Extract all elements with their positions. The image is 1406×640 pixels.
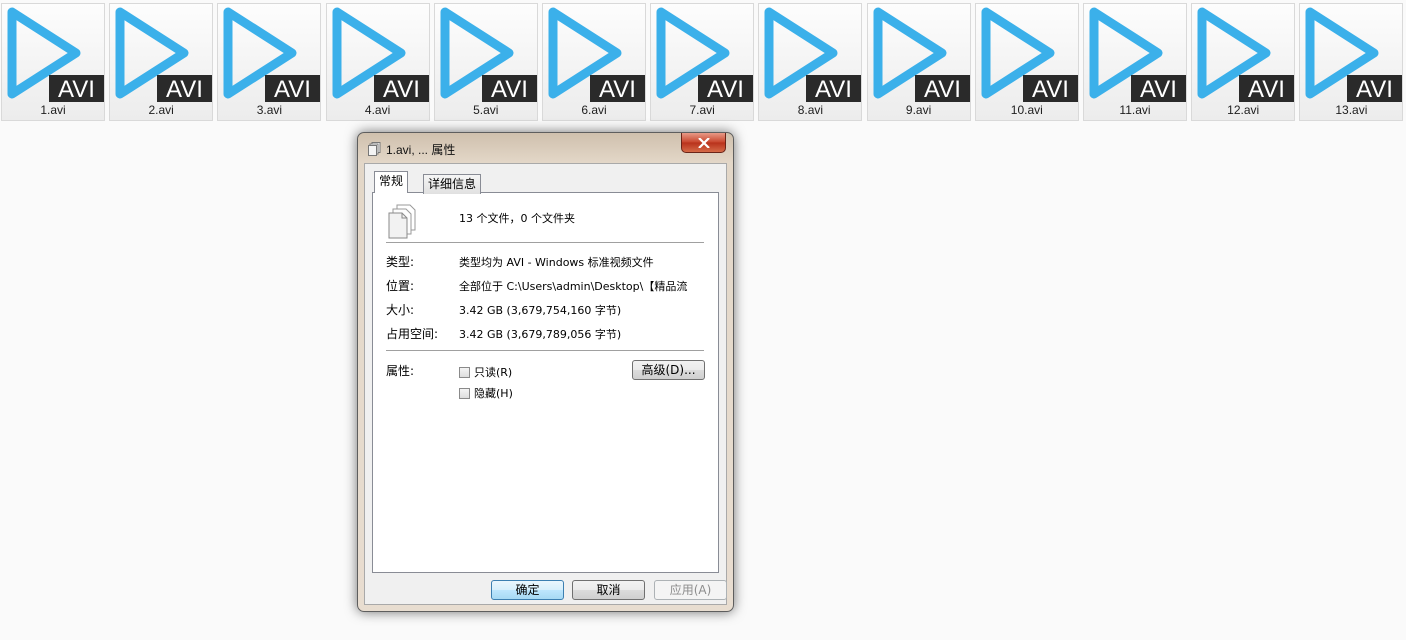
type-value: 类型均为 AVI - Windows 标准视频文件	[459, 256, 654, 269]
close-button[interactable]	[681, 133, 726, 153]
file-name: 13.avi	[1335, 103, 1368, 117]
file-name: 2.avi	[148, 103, 174, 117]
file-type-badge: AVI	[599, 76, 636, 103]
size-on-disk-value: 3.42 GB (3,679,789,056 字节)	[459, 328, 622, 341]
file-name: 7.avi	[689, 103, 715, 117]
avi-video-icon: AVI	[332, 7, 429, 103]
file-item[interactable]: AVI 7.avi	[650, 3, 755, 121]
avi-video-icon: AVI	[223, 7, 321, 103]
avi-video-icon: AVI	[764, 7, 862, 103]
avi-video-icon: AVI	[1197, 7, 1295, 103]
file-type-badge: AVI	[1248, 76, 1285, 103]
avi-video-icon: AVI	[656, 7, 754, 103]
file-type-badge: AVI	[1032, 76, 1069, 103]
file-name: 10.avi	[1010, 103, 1043, 117]
cancel-button[interactable]: 取消	[572, 580, 645, 600]
size-label: 大小:	[386, 303, 415, 317]
readonly-label: 只读(R)	[474, 366, 513, 379]
file-item[interactable]: AVI 9.avi	[866, 3, 971, 121]
readonly-row[interactable]: 只读(R)	[459, 364, 512, 380]
file-type-badge: AVI	[491, 76, 528, 103]
avi-video-icon: AVI	[7, 7, 104, 103]
tab-details[interactable]: 详细信息	[423, 174, 482, 194]
close-icon	[698, 138, 710, 148]
dialog-title: 1.avi, ... 属性	[386, 143, 456, 157]
file-type-badge: AVI	[1140, 76, 1177, 103]
size-value: 3.42 GB (3,679,754,160 字节)	[459, 304, 622, 317]
file-item[interactable]: AVI 10.avi	[974, 3, 1079, 121]
tab-general[interactable]: 常规	[374, 171, 409, 193]
properties-dialog: 1.avi, ... 属性 常规 详细信息 13 个文件，0 个文件夹 类型: …	[357, 132, 734, 612]
advanced-button[interactable]: 高级(D)...	[632, 360, 705, 380]
file-name: 9.avi	[905, 103, 932, 117]
file-name: 5.avi	[473, 103, 499, 117]
multi-file-icon	[368, 142, 381, 156]
file-type-badge: AVI	[58, 76, 95, 103]
file-name: 8.avi	[797, 103, 824, 117]
file-item[interactable]: AVI 1.avi	[1, 3, 105, 121]
general-panel: 13 个文件，0 个文件夹 类型: 类型均为 AVI - Windows 标准视…	[372, 192, 719, 573]
file-name: 11.avi	[1119, 103, 1151, 117]
avi-video-icon: AVI	[873, 7, 970, 103]
file-type-badge: AVI	[166, 76, 203, 103]
file-type-badge: AVI	[274, 76, 311, 103]
location-value: 全部位于 C:\Users\admin\Desktop\【精品流	[459, 280, 688, 293]
file-strip: AVI 1.avi AVI 2.avi AVI 3.avi AVI 4.avi AVI 5.avi…	[0, 0, 1406, 124]
separator	[386, 350, 704, 351]
location-label: 位置:	[386, 279, 415, 293]
avi-video-icon: AVI	[1305, 7, 1403, 103]
file-item[interactable]: AVI 11.avi	[1083, 3, 1187, 121]
hidden-label: 隐藏(H)	[474, 387, 513, 400]
ok-button[interactable]: 确定	[491, 580, 564, 600]
file-name: 3.avi	[256, 103, 283, 117]
size-on-disk-label: 占用空间:	[386, 327, 439, 341]
file-name: 12.avi	[1227, 103, 1260, 117]
selection-summary: 13 个文件，0 个文件夹	[459, 212, 575, 225]
readonly-checkbox[interactable]	[459, 366, 470, 378]
avi-video-icon: AVI	[981, 7, 1078, 103]
file-item[interactable]: AVI 3.avi	[217, 3, 322, 121]
file-item[interactable]: AVI 13.avi	[1299, 3, 1404, 121]
file-type-badge: AVI	[815, 76, 852, 103]
avi-video-icon: AVI	[440, 7, 537, 103]
file-item[interactable]: AVI 4.avi	[325, 3, 430, 121]
file-type-badge: AVI	[1356, 76, 1393, 103]
file-item[interactable]: AVI 2.avi	[109, 3, 214, 121]
multi-file-icon	[388, 204, 416, 239]
attributes-label: 属性:	[386, 364, 415, 378]
file-name: 4.avi	[364, 103, 391, 117]
file-name: 1.avi	[40, 103, 66, 117]
file-item[interactable]: AVI 6.avi	[542, 3, 646, 121]
file-type-badge: AVI	[707, 76, 744, 103]
separator	[386, 242, 704, 243]
apply-button[interactable]: 应用(A)	[654, 580, 727, 600]
file-name: 6.avi	[581, 103, 607, 117]
file-item[interactable]: AVI 12.avi	[1191, 3, 1296, 121]
hidden-checkbox[interactable]	[459, 387, 470, 399]
avi-video-icon: AVI	[115, 7, 213, 103]
dialog-client: 常规 详细信息 13 个文件，0 个文件夹 类型: 类型均为 AVI - Win…	[364, 163, 727, 605]
file-item[interactable]: AVI 8.avi	[758, 3, 863, 121]
file-type-badge: AVI	[924, 76, 961, 103]
avi-video-icon: AVI	[548, 7, 645, 103]
type-label: 类型:	[386, 255, 415, 269]
hidden-row[interactable]: 隐藏(H)	[459, 385, 513, 401]
avi-video-icon: AVI	[1089, 7, 1186, 103]
file-item[interactable]: AVI 5.avi	[433, 3, 538, 121]
file-type-badge: AVI	[383, 76, 420, 103]
